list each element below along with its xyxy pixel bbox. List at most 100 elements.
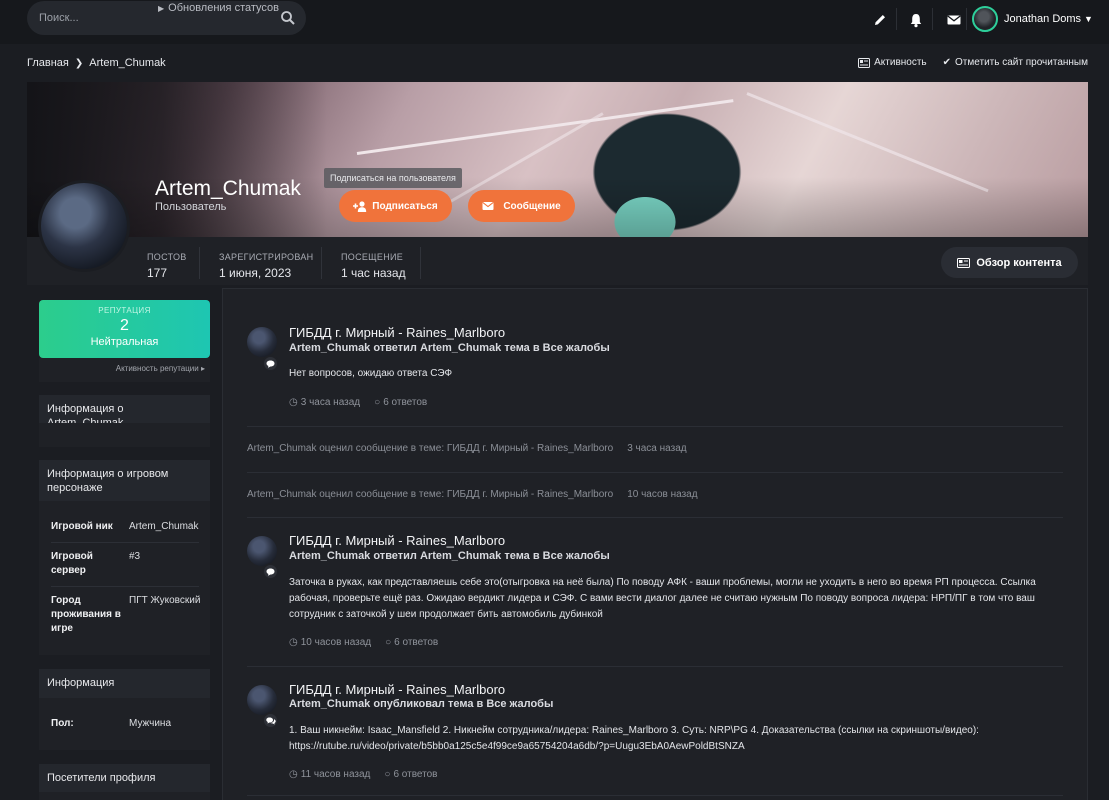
- time-label: 11 часов назад: [300, 769, 371, 780]
- kv-key: Пол:: [51, 718, 74, 729]
- stat-value: 1 час назад: [341, 266, 406, 280]
- reputation-activity-label: Активность репутации: [115, 364, 199, 373]
- follow-tooltip: Подписаться на пользователя: [324, 168, 462, 188]
- stat-label: ПОСТОВ: [147, 252, 187, 262]
- reputation-footer: Активность репутации ▸: [39, 358, 210, 382]
- clock-icon: ◷: [289, 769, 298, 780]
- top-bar: ▶Обновления статусов Jonathan Doms ▼: [0, 0, 1109, 44]
- kv-value: #3: [129, 551, 141, 562]
- chevron-right-icon: ❯: [74, 57, 84, 69]
- widget-title-info-about: Информация о Artem_Chumak: [39, 395, 210, 429]
- avatar[interactable]: [247, 327, 277, 357]
- envelope-icon[interactable]: [946, 12, 962, 28]
- divider: [896, 8, 897, 30]
- reputation-card: РЕПУТАЦИЯ 2 Нейтральная: [39, 300, 210, 358]
- activity-text: Заточка в руках, как представляешь себе …: [289, 577, 1036, 620]
- content-overview-label: Обзор контента: [976, 256, 1062, 269]
- activity-text: 1. Ваш никнейм: Isaac_Mansfield 2. Никне…: [289, 725, 979, 752]
- divider: [247, 666, 1063, 667]
- kv-value: Artem_Chumak: [129, 521, 199, 532]
- stat-label: ЗАРЕГИСТРИРОВАН: [219, 252, 314, 262]
- cover-decoration: [746, 92, 989, 193]
- replies-label: 6 ответов: [394, 637, 439, 648]
- time-label: 10 часов назад: [300, 637, 372, 648]
- comments-icon: [262, 712, 279, 729]
- stat-posts: ПОСТОВ 177: [147, 252, 187, 280]
- activity-title[interactable]: ГИБДД г. Мирный - Raines_Marlboro: [289, 533, 505, 548]
- avatar[interactable]: [247, 536, 277, 566]
- reputation-label: РЕПУТАЦИЯ: [98, 306, 151, 315]
- divider: [51, 542, 199, 543]
- status-updates-toggle[interactable]: ▶ Обновления статусов: [158, 2, 279, 14]
- comment-icon: [262, 355, 279, 372]
- widget-title-info: Информация: [39, 669, 210, 698]
- comment-icon: ○: [374, 397, 381, 408]
- divider: [199, 247, 200, 279]
- user-menu[interactable]: Jonathan Doms ▼: [972, 6, 1093, 32]
- reputation-value: 2: [120, 317, 129, 334]
- activity-title[interactable]: ГИБДД г. Мирный - Raines_Marlboro: [289, 325, 505, 340]
- caret-right-icon: ▸: [200, 364, 205, 373]
- kv-value: Мужчина: [129, 718, 172, 729]
- follow-button[interactable]: Подписаться: [339, 190, 452, 222]
- widget-title-game-character: Информация о игровом персонаже: [39, 460, 210, 501]
- widget-body-game-character: Игровой ник Artem_Chumak Игровой сервер …: [39, 501, 210, 655]
- activity-time[interactable]: ◷ 3 часа назад: [289, 397, 360, 408]
- mark-read-label: Отметить сайт прочитанным: [955, 57, 1088, 68]
- reputation-status: Нейтральная: [90, 336, 159, 348]
- widget-body-visitors: [39, 792, 210, 800]
- activity-subtitle: Artem_Chumak ответил Artem_Chumak тема в…: [289, 342, 610, 354]
- kv-key: Игровой сервер: [51, 551, 93, 576]
- mark-read-link[interactable]: ✔ Отметить сайт прочитанным: [943, 57, 1088, 68]
- avatar[interactable]: [247, 685, 277, 715]
- triangle-right-icon: ▶: [158, 4, 165, 13]
- stat-label: ПОСЕЩЕНИЕ: [341, 252, 404, 262]
- message-button[interactable]: Сообщение: [468, 190, 575, 222]
- divider: [247, 517, 1063, 518]
- like-time: 3 часа назад: [627, 443, 687, 454]
- envelope-icon: [482, 202, 494, 210]
- check-icon: ✔: [942, 57, 952, 68]
- activity-subtitle: Artem_Chumak ответил Artem_Chumak тема в…: [289, 550, 610, 562]
- clock-icon: ◷: [289, 397, 298, 408]
- content-overview-button[interactable]: Обзор контента: [941, 247, 1078, 278]
- divider: [247, 795, 1063, 796]
- activity-time[interactable]: ◷ 11 часов назад: [289, 769, 370, 780]
- activity-meta: ◷ 10 часов назад ○ 6 ответов: [289, 637, 438, 648]
- divider: [966, 8, 967, 30]
- like-time: 10 часов назад: [627, 489, 698, 500]
- divider: [932, 8, 933, 30]
- stat-last-visit: ПОСЕЩЕНИЕ 1 час назад: [341, 252, 406, 280]
- activity-replies[interactable]: ○ 6 ответов: [384, 769, 437, 780]
- stat-value: 1 июня, 2023: [219, 266, 292, 280]
- activity-time[interactable]: ◷ 10 часов назад: [289, 637, 371, 648]
- breadcrumb: Главная ❯ Artem_Chumak: [27, 57, 166, 69]
- top-actions: Активность ✔ Отметить сайт прочитанным: [858, 57, 1088, 68]
- kv-key: Игровой ник: [51, 521, 113, 532]
- activity-replies[interactable]: ○ 6 ответов: [374, 397, 427, 408]
- comment-icon: [262, 563, 279, 580]
- newspaper-icon: [858, 57, 871, 68]
- activity-meta: ◷ 11 часов назад ○ 6 ответов: [289, 769, 437, 780]
- activity-replies[interactable]: ○ 6 ответов: [385, 637, 438, 648]
- activity-link[interactable]: Активность: [858, 57, 927, 68]
- comment-icon: ○: [384, 769, 391, 780]
- user-name: Jonathan Doms: [1004, 13, 1082, 25]
- search-icon[interactable]: [280, 10, 296, 26]
- divider: [247, 472, 1063, 473]
- like-text[interactable]: Artem_Chumak оценил сообщение в теме: ГИ…: [247, 443, 613, 454]
- message-button-label: Сообщение: [503, 200, 561, 212]
- activity-title[interactable]: ГИБДД г. Мирный - Raines_Marlboro: [289, 682, 505, 697]
- profile-avatar[interactable]: [38, 180, 130, 272]
- bell-icon[interactable]: [908, 12, 924, 28]
- time-label: 3 часа назад: [300, 397, 361, 408]
- user-plus-icon: [353, 200, 367, 212]
- divider: [420, 247, 421, 279]
- pencil-icon[interactable]: [872, 12, 888, 28]
- replies-label: 6 ответов: [383, 397, 428, 408]
- reputation-activity-link[interactable]: Активность репутации ▸: [116, 364, 205, 373]
- breadcrumb-current: Artem_Chumak: [89, 57, 166, 69]
- kv-key: Город проживания в игре: [51, 595, 121, 634]
- like-text[interactable]: Artem_Chumak оценил сообщение в теме: ГИ…: [247, 489, 613, 500]
- breadcrumb-home[interactable]: Главная: [27, 57, 69, 69]
